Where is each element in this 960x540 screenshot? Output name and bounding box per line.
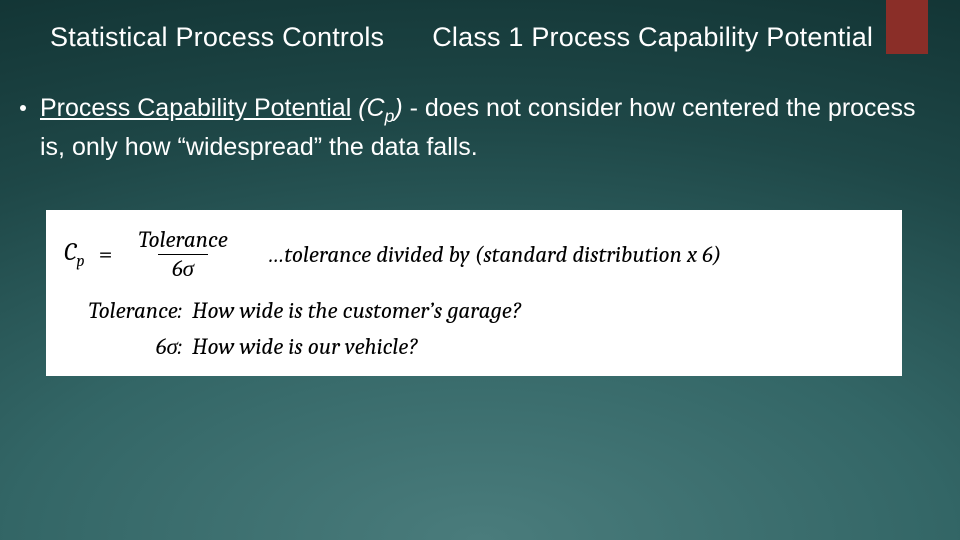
header-right: Class 1 Process Capability Potential [432, 22, 873, 53]
formula-denominator: 6σ [158, 254, 208, 281]
definition-sixsigma: 6σ: How wide is our vehicle? [64, 329, 884, 365]
formula-lhs: Cp [64, 238, 85, 271]
bullet-symbol-suffix: ) [394, 94, 402, 122]
bullet-item: Process Capability Potential (Cp) - does… [20, 90, 920, 166]
definition-tolerance-label: Tolerance: [64, 293, 192, 329]
bullet-text: Process Capability Potential (Cp) - does… [40, 90, 920, 166]
formula-lhs-sub: p [76, 252, 84, 271]
formula-equals: = [99, 240, 113, 269]
formula-numerator: Tolerance [132, 228, 233, 254]
formula-card: Cp = Tolerance 6σ …tolerance divided by … [46, 210, 902, 376]
definition-sixsigma-label: 6σ: [64, 329, 192, 365]
bullet-symbol-prefix: (C [351, 94, 384, 122]
bullet-symbol-sub: p [385, 106, 395, 126]
header-left: Statistical Process Controls [50, 22, 384, 53]
formula-row: Cp = Tolerance 6σ …tolerance divided by … [64, 228, 884, 281]
formula-lhs-prefix: C [64, 238, 76, 267]
slide-body: Process Capability Potential (Cp) - does… [20, 90, 920, 166]
definition-sixsigma-text: How wide is our vehicle? [192, 329, 418, 365]
definition-tolerance: Tolerance: How wide is the customer’s ga… [64, 293, 884, 329]
formula-description: …tolerance divided by (standard distribu… [268, 241, 722, 268]
bullet-term: Process Capability Potential [40, 94, 351, 122]
slide-header: Statistical Process Controls Class 1 Pro… [50, 22, 920, 53]
definitions: Tolerance: How wide is the customer’s ga… [64, 293, 884, 364]
formula-fraction: Tolerance 6σ [132, 228, 233, 281]
bullet-dot-icon [20, 105, 26, 111]
definition-tolerance-text: How wide is the customer’s garage? [192, 293, 521, 329]
